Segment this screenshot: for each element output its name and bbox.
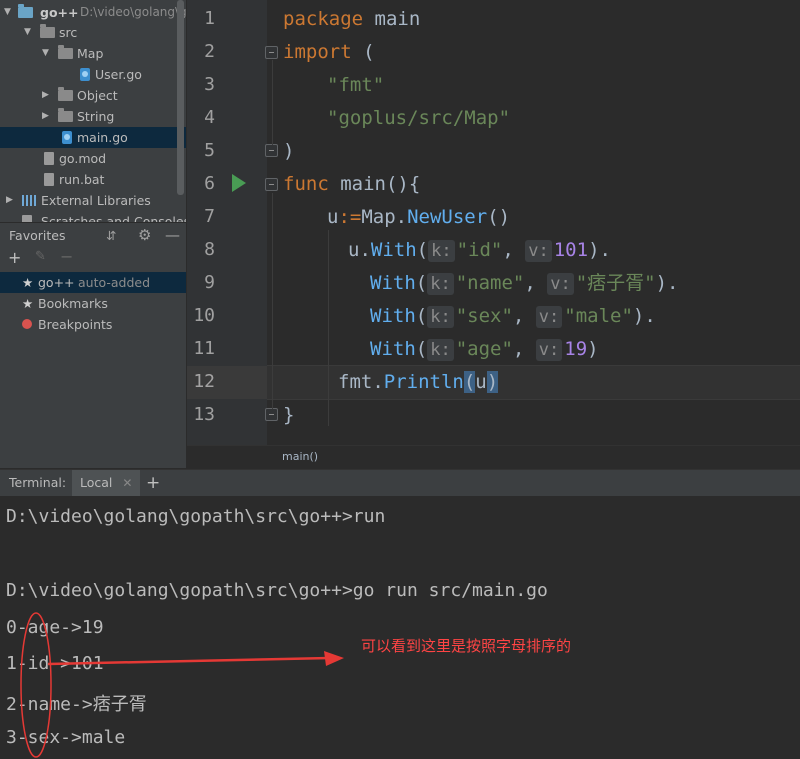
annotation-arrow-head [324, 651, 344, 666]
annotation-overlay [20, 612, 344, 758]
annotation-ellipse [20, 612, 52, 758]
annotation-arrow-line [47, 656, 331, 666]
